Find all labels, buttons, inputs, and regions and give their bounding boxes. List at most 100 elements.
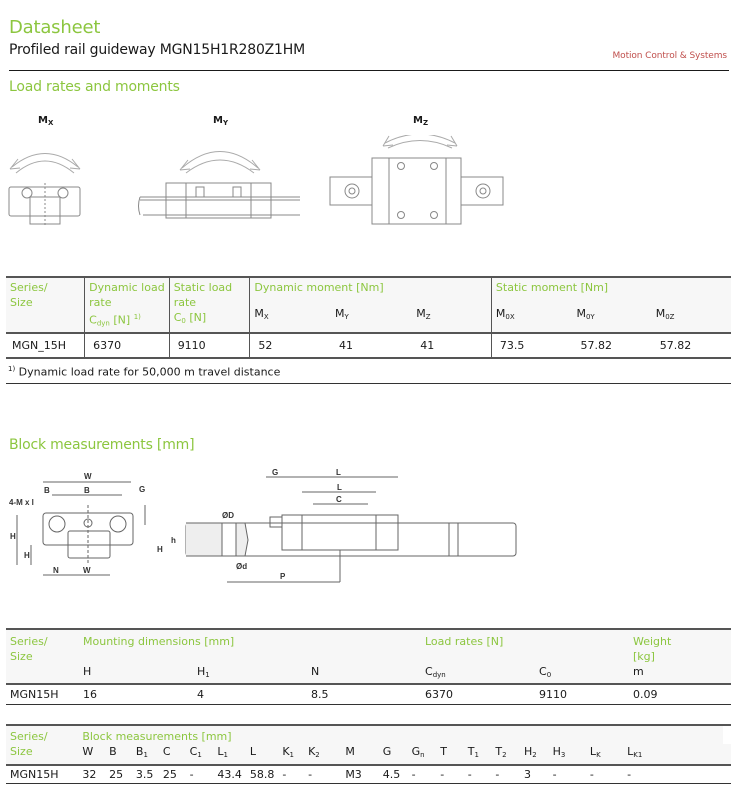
col-subscript: K (596, 751, 601, 759)
mz-top-view-icon (330, 135, 503, 224)
block-col-header: LK (586, 744, 623, 765)
block-value-cell: - (552, 768, 557, 781)
c0-col-header: C0 (539, 665, 552, 679)
col-subscript: 1 (143, 751, 148, 759)
svg-text:h: h (171, 536, 176, 545)
section-title-block-measurements: Block measurements [mm] (9, 437, 195, 453)
block-value-cell: 25 (162, 768, 177, 781)
col-symbol: G (382, 745, 392, 758)
svg-text:P: P (280, 572, 286, 581)
block-value-cell: - (589, 768, 594, 781)
m-col-header: m (633, 665, 644, 678)
block-col-header: Gn (408, 744, 437, 765)
block-value-cell: 4.5 (382, 768, 401, 781)
mx-col-header: MX (249, 299, 332, 333)
dyn-moment-header: Dynamic moment [Nm] (249, 277, 492, 300)
filler (723, 744, 731, 765)
col-subscript: 1 (289, 751, 295, 759)
h1-cell: 4 (197, 688, 204, 701)
cdyn-col-header: Cdyn (425, 665, 446, 679)
col-subscript: K1 (633, 751, 643, 759)
block-measurements-table: Series/Size Block measurements [mm] W B B1… (6, 724, 731, 784)
c0-cell: 9110 (539, 688, 567, 701)
block-measurements-header: Block measurements [mm] (82, 730, 232, 743)
block-col-header: T1 (464, 744, 492, 765)
series-size-header: Series/Size (10, 281, 48, 309)
svg-text:N: N (53, 566, 59, 575)
block-value-cell: - (627, 768, 632, 781)
block-col-header: K1 (278, 744, 304, 765)
col-symbol: T (440, 745, 448, 758)
series-size-header: Series/Size (10, 730, 48, 758)
mounting-dimensions-table: Series/Size Mounting dimensions [mm] Loa… (6, 628, 731, 705)
block-col-header: W (78, 744, 105, 765)
h1-col-header: H1 (197, 665, 210, 679)
section-title-load-rates: Load rates and moments (9, 79, 180, 95)
block-value-cell: - (411, 768, 416, 781)
h-cell: 16 (83, 688, 97, 701)
my-label: MY (213, 115, 229, 127)
col-symbol: K (282, 745, 290, 758)
mx-label: MX (38, 115, 54, 127)
svg-text:C: C (336, 495, 342, 504)
series-cell: MGN15H (10, 688, 59, 701)
svg-text:H: H (10, 532, 16, 541)
block-front-view-icon: W B B G 4-M x l H H N W (9, 472, 145, 575)
weight-header: Weight [kg] (633, 635, 672, 663)
table-row: MGN15H 32 25 3.5 25-43.4 58.8- - M3 4.5- - - -3- - - (6, 765, 731, 784)
c-dyn-cell: 6370 (84, 332, 170, 358)
block-value-cell: 25 (109, 768, 124, 781)
my-side-view-icon (139, 152, 301, 219)
block-col-header: L1 (213, 744, 246, 765)
col-subscript: 1 (474, 751, 479, 759)
svg-text:Ød: Ød (236, 562, 247, 571)
filler (723, 765, 731, 784)
static-moment-header: Static moment [Nm] (490, 277, 731, 300)
moment-diagrams (0, 135, 739, 230)
block-value-cell: 43.4 (217, 768, 242, 781)
product-title: Profiled rail guideway MGN15H1R280Z1HM (9, 42, 305, 58)
cdyn-cell: 6370 (425, 688, 453, 701)
block-value-cell: - (440, 768, 445, 781)
block-col-header: K2 (304, 744, 341, 765)
block-col-header: T (436, 744, 463, 765)
svg-text:B: B (44, 486, 50, 495)
block-side-view-icon: G L L C ØD Ød P H h (157, 468, 516, 582)
block-dimension-drawings: W B B G 4-M x l H H N W G L L C ØD Ød P … (9, 468, 739, 590)
col-symbol: W (82, 745, 94, 758)
mx-end-view-icon (9, 154, 80, 228)
block-col-header: T2 (491, 744, 520, 765)
block-col-header: B1 (132, 744, 159, 765)
block-value-cell: - (282, 768, 287, 781)
m0z-cell: 57.82 (659, 338, 692, 352)
block-value-cell: 3 (523, 768, 531, 781)
svg-text:W: W (84, 472, 92, 481)
col-symbol: H (523, 745, 533, 758)
svg-text:L: L (336, 468, 341, 477)
n-cell: 8.5 (311, 688, 329, 701)
block-col-header: M (341, 744, 378, 765)
my-cell: 41 (339, 338, 354, 352)
weight-cell: 0.09 (633, 688, 658, 701)
col-subscript: 1 (197, 751, 202, 759)
col-symbol: C (162, 745, 171, 758)
col-subscript: 2 (502, 751, 507, 759)
brand-tagline: Motion Control & Systems (612, 51, 728, 61)
load-rates-table: Series/Size Dynamic load rate Cdyn [N] 1) … (6, 276, 731, 384)
svg-text:G: G (272, 468, 278, 477)
block-col-header: LK1 (623, 744, 723, 765)
datasheet-title: Datasheet (9, 17, 101, 38)
svg-text:L: L (337, 483, 342, 492)
h-col-header: H (83, 665, 92, 678)
my-col-header: MY (335, 307, 349, 322)
col-subscript: 2 (532, 751, 537, 759)
series-size-header: Series/Size (10, 635, 48, 663)
svg-text:ØD: ØD (222, 511, 234, 520)
svg-text:G: G (139, 485, 145, 494)
block-value-cell: - (467, 768, 472, 781)
svg-text:H: H (24, 551, 30, 560)
block-value-cell: - (308, 768, 313, 781)
block-value-cell: 3.5 (135, 768, 154, 781)
mz-label: MZ (413, 115, 429, 127)
header-divider (9, 70, 729, 71)
